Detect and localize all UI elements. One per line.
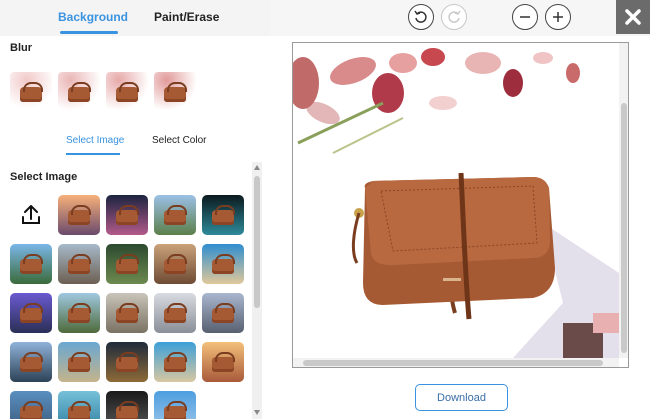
- bag-thumb: [212, 303, 235, 323]
- tab-paint-erase[interactable]: Paint/Erase: [154, 10, 219, 24]
- bag-thumb: [20, 82, 43, 102]
- bag-thumb: [116, 401, 139, 419]
- background-thumb-forest-path[interactable]: [106, 244, 148, 284]
- background-thumb-lagoon[interactable]: [58, 391, 100, 419]
- redo-icon: [448, 10, 461, 23]
- canvas-vertical-scrollbar[interactable]: [619, 43, 628, 358]
- active-tab-indicator: [60, 31, 118, 34]
- undo-icon: [414, 10, 427, 23]
- bag-thumb: [116, 352, 139, 372]
- background-thumb-night-city[interactable]: [106, 342, 148, 382]
- bag-thumb: [116, 254, 139, 274]
- background-thumb-purple-sky[interactable]: [10, 293, 52, 333]
- upload-button[interactable]: [10, 195, 52, 235]
- background-thumb-mountains[interactable]: [154, 195, 196, 235]
- bag-thumb: [68, 401, 91, 419]
- zoom-in-icon: [553, 12, 563, 22]
- image-grid: [0, 190, 250, 419]
- flowers-decoration: [293, 43, 580, 154]
- scroll-down-arrow[interactable]: [254, 410, 260, 415]
- canvas-v-thumb[interactable]: [621, 103, 627, 353]
- subtab-select-image[interactable]: Select Image: [66, 135, 124, 146]
- bag-thumb: [164, 205, 187, 225]
- bag-thumb: [164, 401, 187, 419]
- zoom-out-icon: [520, 16, 530, 18]
- background-thumb-wave-shore[interactable]: [58, 342, 100, 382]
- background-thumb-palace-arch[interactable]: [154, 244, 196, 284]
- background-thumb-blue-beach[interactable]: [202, 244, 244, 284]
- image-canvas[interactable]: [292, 42, 629, 368]
- background-thumb-tower-city[interactable]: [202, 293, 244, 333]
- bag-thumb: [212, 352, 235, 372]
- image-list-scrollbar[interactable]: [252, 162, 262, 419]
- background-thumb-dark-glow[interactable]: [202, 195, 244, 235]
- background-thumb-palm-shore[interactable]: [58, 293, 100, 333]
- background-thumb-cloudy-hill[interactable]: [154, 293, 196, 333]
- bag-thumb: [116, 303, 139, 323]
- subtab-select-color[interactable]: Select Color: [152, 135, 206, 146]
- blur-option-4[interactable]: [154, 72, 196, 112]
- zoom-out-button[interactable]: [512, 4, 538, 30]
- bag-thumb: [68, 254, 91, 274]
- bag-thumb: [20, 303, 43, 323]
- scroll-thumb[interactable]: [254, 176, 260, 308]
- background-thumb-sky-blue[interactable]: [154, 391, 196, 419]
- bag-thumb: [212, 205, 235, 225]
- background-thumb-city-skyline[interactable]: [58, 244, 100, 284]
- scroll-up-arrow[interactable]: [254, 165, 260, 170]
- blur-title: Blur: [10, 42, 32, 54]
- bag-thumb: [68, 303, 91, 323]
- blur-option-3[interactable]: [106, 72, 148, 112]
- close-icon: [625, 9, 641, 25]
- background-editor: Background Paint/Erase Blur Select Image…: [0, 0, 650, 419]
- close-button[interactable]: [616, 0, 650, 34]
- download-button[interactable]: Download: [415, 384, 508, 411]
- redo-button[interactable]: [441, 4, 467, 30]
- tab-background[interactable]: Background: [58, 10, 128, 24]
- upload-icon: [22, 205, 40, 224]
- bag-thumb: [20, 401, 43, 419]
- canvas-h-thumb[interactable]: [303, 360, 603, 366]
- bag-thumb: [68, 352, 91, 372]
- background-thumb-tunnel[interactable]: [106, 391, 148, 419]
- bag-thumb: [68, 205, 91, 225]
- active-subtab-indicator: [66, 153, 120, 155]
- background-thumb-sunset-glow[interactable]: [202, 342, 244, 382]
- bag-thumb: [212, 254, 235, 274]
- bag-thumb: [164, 82, 187, 102]
- bag-thumb: [164, 254, 187, 274]
- bag-thumb: [20, 254, 43, 274]
- background-thumb-road-hills[interactable]: [106, 293, 148, 333]
- background-thumb-lake-dusk[interactable]: [10, 342, 52, 382]
- blur-option-2[interactable]: [58, 72, 100, 112]
- bag-thumb: [20, 352, 43, 372]
- zoom-in-button[interactable]: [545, 4, 571, 30]
- preview-image: [293, 43, 619, 358]
- bag-thumb: [116, 205, 139, 225]
- bag-thumb: [116, 82, 139, 102]
- blur-option-1[interactable]: [10, 72, 52, 112]
- background-thumb-palm-beach[interactable]: [154, 342, 196, 382]
- bag-thumb: [164, 303, 187, 323]
- bag-thumb: [68, 82, 91, 102]
- background-thumb-tropical-sea[interactable]: [10, 244, 52, 284]
- undo-button[interactable]: [408, 4, 434, 30]
- background-thumb-coast-cliff[interactable]: [10, 391, 52, 419]
- bag-thumb: [164, 352, 187, 372]
- select-image-title: Select Image: [10, 171, 78, 183]
- canvas-horizontal-scrollbar[interactable]: [293, 358, 619, 367]
- bag-image: [351, 172, 555, 320]
- left-panel: Background Paint/Erase Blur Select Image…: [0, 0, 270, 419]
- background-thumb-sunset-coast[interactable]: [58, 195, 100, 235]
- background-thumb-city-night[interactable]: [106, 195, 148, 235]
- tab-bar: Background Paint/Erase: [0, 0, 270, 36]
